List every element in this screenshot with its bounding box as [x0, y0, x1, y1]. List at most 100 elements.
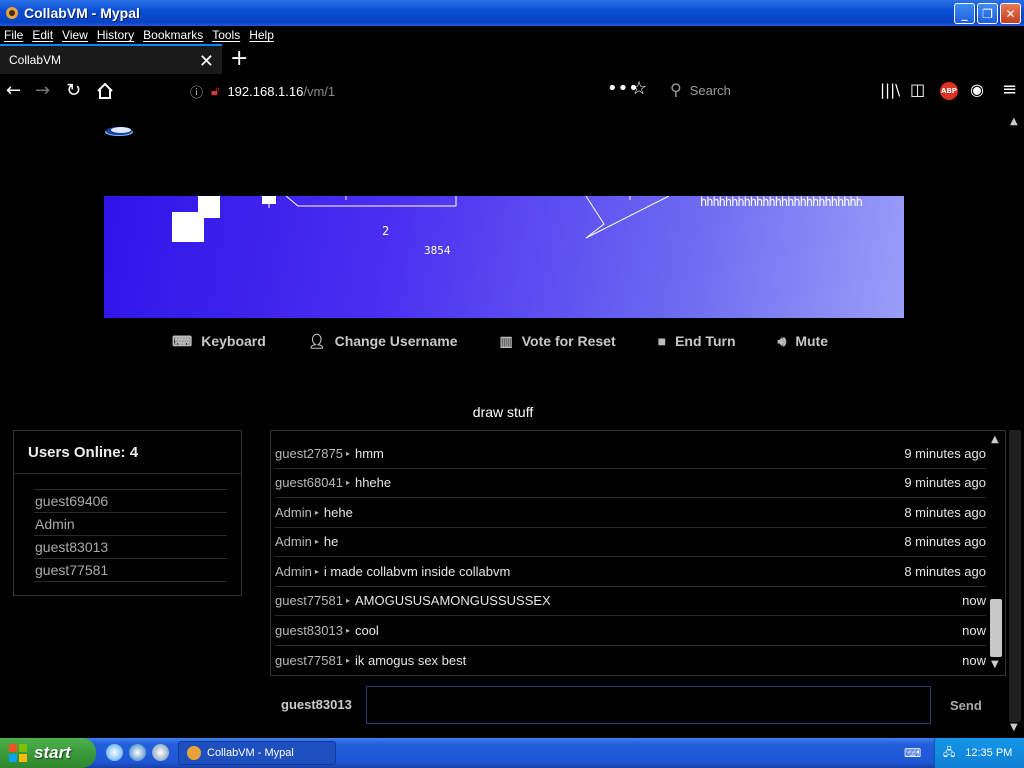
- vm-screen[interactable]: 2 3854 hhhhhhhhhhhhhhhhhhhhhhhhhh: [104, 196, 904, 318]
- adblock-icon[interactable]: ABP: [940, 82, 958, 100]
- clock[interactable]: 12:35 PM: [965, 747, 1012, 759]
- user-list-item[interactable]: guest69406: [34, 490, 227, 513]
- chat-scroll-thumb[interactable]: [990, 599, 1002, 657]
- user-list-item[interactable]: guest77581: [34, 559, 227, 582]
- network-icon[interactable]: 🖧︎: [943, 744, 955, 763]
- bookmark-star-icon[interactable]: ☆: [631, 78, 647, 99]
- menu-file[interactable]: File: [4, 28, 23, 42]
- user-list-item[interactable]: guest83013: [34, 536, 227, 559]
- mute-label: Mute: [795, 333, 828, 349]
- chat-text: hmm: [354, 445, 384, 461]
- reload-icon[interactable]: ↻: [66, 80, 81, 101]
- chat-time: now: [962, 593, 986, 609]
- close-tab-icon[interactable]: ✕: [199, 51, 214, 72]
- chat-time: 8 minutes ago: [904, 563, 986, 579]
- vote-reset-button[interactable]: ▥ Vote for Reset: [500, 330, 616, 352]
- url-path: /vm/1: [303, 83, 336, 99]
- close-window-button[interactable]: ✕: [1000, 3, 1021, 24]
- vm-name: draw stuff: [472, 404, 534, 420]
- home-icon[interactable]: [96, 82, 114, 100]
- minimize-button[interactable]: _: [954, 3, 975, 24]
- url-bar[interactable]: ⓘ 🔓︎ 192.168.1.16 /vm/1: [190, 78, 660, 104]
- chat-arrow-icon: ▸: [314, 507, 319, 517]
- search-icon: ⚲: [670, 82, 682, 99]
- tab-bar: CollabVM ✕ +: [0, 44, 1024, 74]
- forward-icon[interactable]: →: [35, 80, 50, 101]
- scroll-up-icon[interactable]: ▲: [991, 434, 999, 445]
- change-username-button[interactable]: 👤︎ Change Username: [308, 330, 458, 352]
- chat-username: Admin: [275, 534, 312, 550]
- chat-time: 9 minutes ago: [904, 475, 986, 491]
- tab-title: CollabVM: [9, 53, 62, 67]
- windows-logo-icon: [9, 744, 27, 762]
- menu-bookmarks[interactable]: Bookmarks: [143, 28, 203, 42]
- menu-help[interactable]: Help: [249, 28, 274, 42]
- system-tray: 🖧︎ 12:35 PM: [934, 738, 1024, 768]
- vm-text-number: 2: [382, 224, 390, 238]
- send-button[interactable]: Send: [950, 698, 982, 713]
- end-turn-label: End Turn: [675, 333, 736, 349]
- menu-hamburger-icon[interactable]: ≡: [1002, 79, 1017, 100]
- maximize-button[interactable]: ❐: [977, 3, 998, 24]
- scroll-down-icon[interactable]: ▼: [991, 659, 999, 670]
- chat-scrollbar[interactable]: ▲ ▼: [987, 431, 1005, 675]
- keyboard-button[interactable]: ⌨ Keyboard: [172, 330, 266, 352]
- chat-text: i made collabvm inside collabvm: [323, 563, 511, 579]
- chat-message: Admin ▸ hehe 8 minutes ago: [275, 498, 986, 528]
- chat-arrow-icon: ▸: [314, 566, 319, 576]
- page-scroll-down-icon[interactable]: ▼: [1010, 722, 1018, 733]
- search-box[interactable]: ⚲ Search: [670, 80, 731, 100]
- mute-button[interactable]: 🔊︎ Mute: [778, 330, 829, 352]
- chat-time: 8 minutes ago: [904, 534, 986, 550]
- menu-edit[interactable]: Edit: [32, 28, 53, 42]
- chat-username: guest68041: [275, 475, 343, 491]
- vm-drawing: [172, 196, 670, 242]
- end-turn-button[interactable]: ■ End Turn: [658, 330, 736, 352]
- chat-message: Admin ▸ he 8 minutes ago: [275, 528, 986, 557]
- window-title: CollabVM - Mypal: [24, 5, 140, 21]
- vm-toolbar: ⌨ Keyboard 👤︎ Change Username ▥ Vote for…: [172, 330, 842, 352]
- info-icon[interactable]: ⓘ: [190, 82, 203, 101]
- media-player-icon[interactable]: [152, 744, 169, 761]
- insecure-lock-icon[interactable]: 🔓︎: [211, 83, 219, 99]
- page-scroll-thumb[interactable]: [1009, 430, 1021, 722]
- chat-message: guest83013 ▸ cool now: [275, 616, 986, 646]
- browser-icon[interactable]: [129, 744, 146, 761]
- menu-tools[interactable]: Tools: [212, 28, 240, 42]
- taskbar-window-item[interactable]: CollabVM - Mypal: [178, 741, 336, 765]
- user-list-item[interactable]: Admin: [34, 513, 227, 536]
- chat-message: guest68041 ▸ hhehe 9 minutes ago: [275, 469, 986, 498]
- chat-time: now: [962, 622, 986, 638]
- page-scroll-up-icon[interactable]: ▲: [1010, 116, 1018, 127]
- chat-time: 9 minutes ago: [904, 445, 986, 461]
- chat-time: 8 minutes ago: [904, 504, 986, 520]
- chat-username: guest77581: [275, 593, 343, 609]
- chat-input[interactable]: [366, 686, 931, 724]
- new-tab-icon[interactable]: +: [230, 46, 248, 71]
- back-icon[interactable]: ←: [6, 80, 21, 101]
- tab-collabvm[interactable]: CollabVM ✕: [0, 44, 222, 74]
- user-list: guest69406 Admin guest83013 guest77581: [34, 489, 227, 582]
- chat-text: cool: [354, 622, 379, 638]
- library-icon[interactable]: |||\: [880, 81, 900, 99]
- chat-arrow-icon: ▸: [345, 596, 350, 606]
- keyboard-tray-icon[interactable]: ⌨: [904, 746, 921, 760]
- page-scrollbar[interactable]: ▲ ▼: [1006, 108, 1024, 738]
- users-online-header: Users Online: 4: [14, 431, 241, 474]
- search-placeholder: Search: [689, 82, 731, 98]
- taskbar-window-title: CollabVM - Mypal: [207, 747, 294, 759]
- extension-icon[interactable]: ◉: [970, 80, 984, 99]
- window-title-bar: CollabVM - Mypal _ ❐ ✕: [0, 0, 1024, 26]
- chat-log[interactable]: guest27875 ▸ hmm 9 minutes ago guest68041…: [270, 430, 1006, 676]
- ie-icon[interactable]: [106, 744, 123, 761]
- sidebar-icon[interactable]: ◫: [910, 80, 925, 99]
- stop-icon: ■: [657, 333, 667, 349]
- start-button[interactable]: start: [0, 738, 96, 768]
- speaker-icon: 🔊︎: [777, 332, 787, 349]
- chat-text: AMOGUSUSAMONGUSSUSSEX: [354, 593, 551, 609]
- menu-history[interactable]: History: [97, 28, 134, 42]
- start-label: start: [34, 743, 71, 762]
- chat-message: guest77581 ▸ AMOGUSUSAMONGUSSUSSEX now: [275, 587, 986, 616]
- menu-view[interactable]: View: [62, 28, 88, 42]
- chat-username: guest27875: [275, 445, 343, 461]
